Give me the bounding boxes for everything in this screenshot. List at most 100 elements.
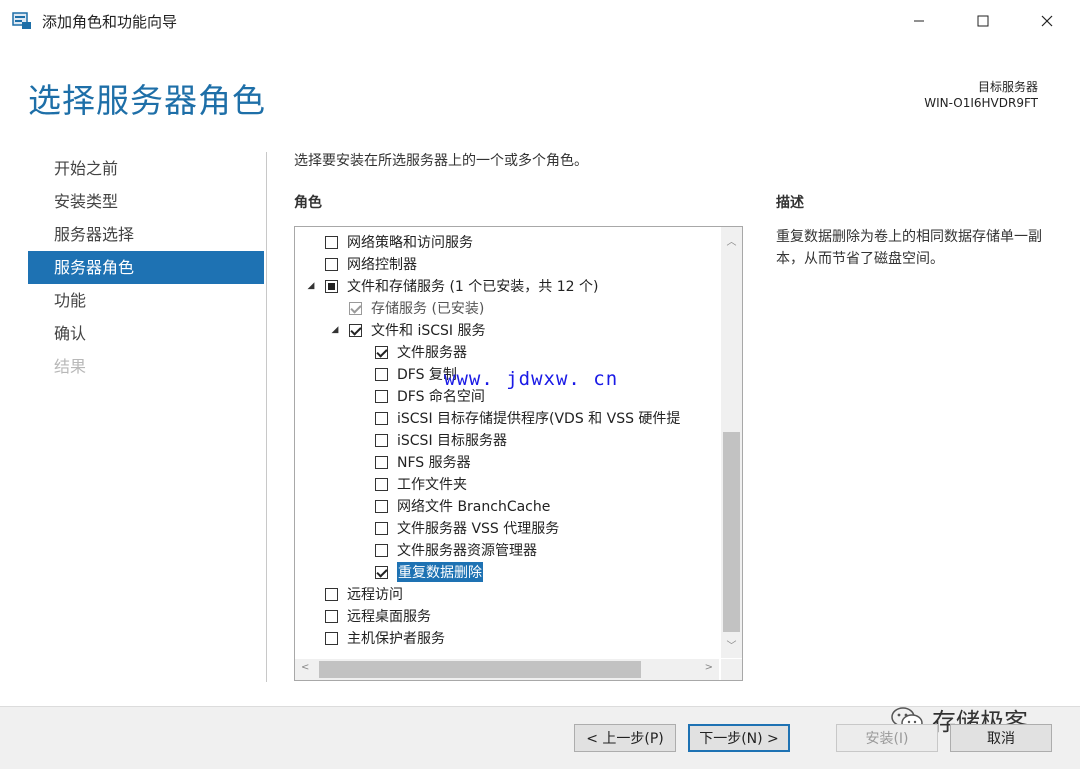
wizard-nav: 开始之前 安装类型 服务器选择 服务器角色 功能 确认 结果 (28, 152, 264, 383)
nav-item-confirmation[interactable]: 确认 (28, 317, 264, 350)
nav-item-server-roles[interactable]: 服务器角色 (28, 251, 264, 284)
role-row[interactable]: 主机保护者服务 (295, 627, 719, 649)
title-bar: 添加角色和功能向导 (0, 0, 1080, 42)
scrollbar-corner (721, 659, 742, 680)
roles-tree[interactable]: 网络策略和访问服务网络控制器 ◢ 文件和存储服务 (1 个已安装，共 12 个) 存储… (294, 226, 743, 681)
role-label: 工作文件夹 (397, 477, 467, 493)
role-row[interactable]: iSCSI 目标服务器 (295, 429, 719, 451)
role-checkbox[interactable] (375, 499, 388, 513)
scroll-right-icon[interactable]: > (705, 662, 713, 673)
role-row[interactable]: 远程访问 (295, 583, 719, 605)
scroll-left-icon[interactable]: < (301, 662, 309, 673)
role-checkbox[interactable] (375, 345, 388, 359)
role-checkbox[interactable] (325, 631, 338, 645)
role-checkbox[interactable] (325, 609, 338, 623)
role-row[interactable]: 重复数据删除 (295, 561, 719, 583)
role-checkbox[interactable] (375, 389, 388, 403)
role-label: 网络文件 BranchCache (397, 499, 551, 515)
role-row[interactable]: iSCSI 目标存储提供程序(VDS 和 VSS 硬件提 (295, 407, 719, 429)
nav-item-before-you-begin[interactable]: 开始之前 (28, 152, 264, 185)
description-heading: 描述 (776, 195, 804, 211)
nav-divider (266, 152, 267, 682)
role-row[interactable]: 远程桌面服务 (295, 605, 719, 627)
role-row[interactable]: 存储服务 (已安装) (295, 297, 719, 319)
role-checkbox[interactable] (375, 411, 388, 425)
role-row[interactable]: 网络文件 BranchCache (295, 495, 719, 517)
scroll-down-icon[interactable]: ﹀ (721, 637, 742, 652)
watermark-text: www. jdwxw. cn (444, 368, 619, 390)
maximize-button[interactable] (960, 0, 1006, 42)
horizontal-scrollbar[interactable]: < > (295, 659, 719, 680)
role-checkbox[interactable] (375, 367, 388, 381)
role-row[interactable]: 网络策略和访问服务 (295, 231, 719, 253)
next-button[interactable]: 下一步(N) > (688, 724, 790, 752)
nav-item-results: 结果 (54, 357, 87, 376)
role-row[interactable]: 工作文件夹 (295, 473, 719, 495)
maximize-icon (977, 15, 989, 27)
role-label: 文件服务器 VSS 代理服务 (397, 521, 560, 537)
role-row[interactable]: ◢ 文件和 iSCSI 服务 (295, 319, 719, 341)
role-row[interactable]: 文件服务器 (295, 341, 719, 363)
close-button[interactable] (1024, 0, 1070, 42)
role-checkbox[interactable] (375, 521, 388, 535)
minimize-button[interactable] (896, 0, 942, 42)
cancel-button[interactable]: 取消 (950, 724, 1052, 752)
role-label: 存储服务 (已安装) (371, 301, 485, 317)
role-checkbox[interactable] (375, 455, 388, 469)
target-server-value: WIN-O1I6HVDR9FT (924, 96, 1038, 110)
role-label: 文件服务器资源管理器 (397, 543, 537, 559)
window-title: 添加角色和功能向导 (42, 13, 178, 31)
role-row[interactable]: 网络控制器 (295, 253, 719, 275)
role-row[interactable]: 文件服务器资源管理器 (295, 539, 719, 561)
role-checkbox[interactable] (375, 565, 388, 579)
nav-item-features[interactable]: 功能 (28, 284, 264, 317)
role-checkbox[interactable] (325, 257, 338, 271)
scroll-up-icon[interactable]: ︿ (721, 233, 742, 248)
expand-arrow-icon[interactable]: ◢ (329, 324, 341, 336)
role-label: iSCSI 目标服务器 (397, 433, 508, 449)
role-label: 重复数据删除 (397, 562, 483, 582)
role-checkbox[interactable] (375, 543, 388, 557)
expand-arrow-icon[interactable]: ◢ (305, 280, 317, 292)
role-checkbox[interactable] (375, 433, 388, 447)
vertical-scrollbar[interactable]: ︿ ﹀ (721, 227, 742, 658)
previous-button[interactable]: < 上一步(P) (574, 724, 676, 752)
role-checkbox[interactable] (325, 279, 338, 293)
roles-heading: 角色 (294, 195, 322, 211)
page-title: 选择服务器角色 (28, 81, 266, 120)
role-label: 远程桌面服务 (347, 609, 431, 625)
target-server-label: 目标服务器 (977, 80, 1038, 94)
vertical-scroll-thumb[interactable] (723, 432, 740, 632)
role-checkbox[interactable] (325, 587, 338, 601)
role-row[interactable]: 文件服务器 VSS 代理服务 (295, 517, 719, 539)
role-row[interactable]: ◢ 文件和存储服务 (1 个已安装，共 12 个) (295, 275, 719, 297)
role-label: 网络策略和访问服务 (347, 235, 473, 251)
role-row[interactable]: NFS 服务器 (295, 451, 719, 473)
role-label: 文件和存储服务 (1 个已安装，共 12 个) (347, 279, 599, 295)
role-checkbox[interactable] (325, 235, 338, 249)
instruction-text: 选择要安装在所选服务器上的一个或多个角色。 (294, 153, 588, 169)
nav-item-server-selection[interactable]: 服务器选择 (28, 218, 264, 251)
close-icon (1041, 15, 1053, 27)
nav-item-installation-type[interactable]: 安装类型 (28, 185, 264, 218)
horizontal-scroll-thumb[interactable] (319, 661, 641, 678)
install-button: 安装(I) (836, 724, 938, 752)
role-checkbox[interactable] (375, 477, 388, 491)
role-checkbox[interactable] (349, 323, 362, 337)
server-manager-icon (12, 12, 31, 29)
